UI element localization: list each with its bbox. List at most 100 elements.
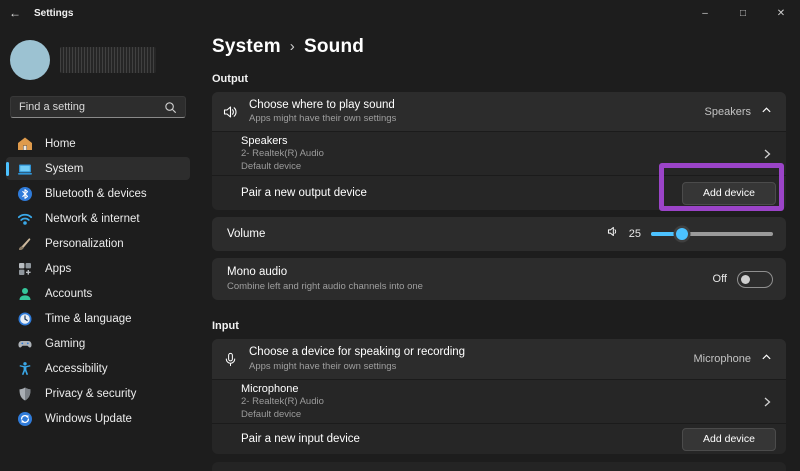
close-button[interactable]: ✕ (762, 0, 800, 26)
output-selector-title: Choose where to play sound (249, 98, 395, 111)
input-device-selector[interactable]: Choose a device for speaking or recordin… (212, 339, 786, 379)
output-device-selector[interactable]: Choose where to play sound Apps might ha… (212, 92, 786, 131)
sidebar-item-bluetooth-devices[interactable]: Bluetooth & devices (6, 182, 190, 205)
back-button[interactable]: ← (0, 6, 30, 20)
microphone-icon (219, 352, 241, 367)
chevron-right-icon (761, 396, 773, 408)
minimize-button[interactable]: – (686, 0, 724, 26)
add-input-device-button[interactable]: Add device (682, 427, 776, 451)
accessibility-icon (17, 361, 33, 377)
input-selected-device: Microphone (693, 353, 751, 365)
input-card: Choose a device for speaking or recordin… (212, 339, 786, 454)
sidebar-item-label: System (45, 162, 84, 175)
pair-output-device-row: Pair a new output device Add device (212, 175, 786, 210)
chevron-up-icon (761, 103, 772, 121)
apps-icon (17, 261, 33, 277)
volume-label: Volume (227, 228, 266, 240)
sidebar-item-label: Network & internet (45, 212, 140, 225)
sidebar-item-privacy-security[interactable]: Privacy & security (6, 382, 190, 405)
maximize-button[interactable]: □ (724, 0, 762, 26)
window-controls: – □ ✕ (686, 0, 800, 26)
sidebar-item-accessibility[interactable]: Accessibility (6, 357, 190, 380)
main-content: System › Sound Output Choose where to pl… (196, 26, 800, 471)
input-microphone-row[interactable]: Microphone 2- Realtek(R) Audio Default d… (212, 379, 786, 423)
input-selector-title: Choose a device for speaking or recordin… (249, 346, 466, 359)
sidebar-item-windows-update[interactable]: Windows Update (6, 407, 190, 430)
sidebar-item-time-language[interactable]: Time & language (6, 307, 190, 330)
more-sound-settings-card-partial[interactable] (212, 462, 786, 471)
output-selector-subtitle: Apps might have their own settings (249, 113, 397, 125)
search-icon (164, 101, 177, 114)
app-title: Settings (34, 7, 74, 19)
mono-audio-toggle[interactable] (737, 270, 773, 288)
sidebar-item-system[interactable]: System (6, 157, 190, 180)
pair-input-label: Pair a new input device (241, 433, 360, 445)
breadcrumb-parent[interactable]: System (212, 36, 281, 58)
paintbrush-icon (17, 236, 33, 252)
system-icon (17, 161, 33, 177)
mono-audio-card: Mono audio Combine left and right audio … (212, 258, 786, 300)
output-card: Choose where to play sound Apps might ha… (212, 92, 786, 210)
mono-audio-title: Mono audio (227, 266, 288, 279)
volume-value: 25 (628, 228, 641, 240)
volume-card: Volume 25 (212, 217, 786, 251)
sidebar-item-label: Accounts (45, 287, 93, 300)
breadcrumb-separator-icon: › (289, 37, 295, 55)
output-section-label: Output (212, 73, 249, 85)
bluetooth-icon (17, 186, 33, 202)
add-output-device-button[interactable]: Add device (682, 181, 776, 205)
sidebar-item-network-internet[interactable]: Network & internet (6, 207, 190, 230)
output-device-driver: 2- Realtek(R) Audio (241, 148, 324, 160)
input-selector-subtitle: Apps might have their own settings (249, 360, 397, 372)
sidebar-item-apps[interactable]: Apps (6, 257, 190, 280)
sidebar-item-gaming[interactable]: Gaming (6, 332, 190, 355)
settings-window: ← Settings – □ ✕ Find a setting Home Sys… (0, 0, 800, 471)
game-controller-icon (17, 336, 33, 352)
output-device-name: Speakers (241, 135, 288, 147)
chevron-right-icon (761, 148, 773, 160)
wifi-icon (17, 211, 33, 227)
volume-slider[interactable] (651, 228, 773, 240)
sidebar-item-personalization[interactable]: Personalization (6, 232, 190, 255)
speaker-icon (219, 104, 241, 120)
volume-slider-thumb[interactable] (675, 228, 688, 240)
sidebar: Find a setting Home System Bluetooth & d… (0, 26, 196, 471)
output-speakers-row[interactable]: Speakers 2- Realtek(R) Audio Default dev… (212, 131, 786, 175)
sidebar-item-label: Personalization (45, 237, 124, 250)
sidebar-item-label: Windows Update (45, 412, 132, 425)
page-title: Sound (304, 36, 365, 57)
sidebar-nav: Home System Bluetooth & devices Network … (0, 132, 196, 430)
output-device-status: Default device (241, 160, 302, 172)
input-section-label: Input (212, 320, 239, 332)
input-device-name: Microphone (241, 383, 299, 395)
input-device-status: Default device (241, 408, 302, 420)
pair-output-label: Pair a new output device (241, 187, 367, 199)
shield-icon (17, 386, 33, 402)
volume-speaker-icon[interactable] (606, 225, 619, 243)
sidebar-item-accounts[interactable]: Accounts (6, 282, 190, 305)
chevron-up-icon (761, 350, 772, 368)
sync-icon (17, 411, 33, 427)
sidebar-item-label: Bluetooth & devices (45, 187, 147, 200)
breadcrumb: System › Sound (212, 36, 786, 58)
titlebar: ← Settings – □ ✕ (0, 0, 800, 26)
person-icon (17, 286, 33, 302)
sidebar-item-label: Apps (45, 262, 72, 275)
output-selected-device: Speakers (704, 105, 751, 118)
sidebar-item-home[interactable]: Home (6, 132, 190, 155)
search-input[interactable]: Find a setting (10, 96, 186, 118)
user-profile[interactable] (10, 38, 196, 82)
user-name-redacted (60, 47, 156, 73)
home-icon (17, 136, 33, 152)
sidebar-item-label: Gaming (45, 337, 86, 350)
sidebar-item-label: Time & language (45, 312, 132, 325)
mono-audio-state: Off (712, 273, 727, 285)
clock-icon (17, 311, 33, 327)
mono-audio-subtitle: Combine left and right audio channels in… (227, 280, 423, 292)
toggle-knob (741, 274, 750, 284)
search-placeholder: Find a setting (19, 101, 86, 113)
avatar (10, 40, 50, 80)
sidebar-item-label: Home (45, 137, 76, 150)
sidebar-item-label: Accessibility (45, 362, 108, 375)
sidebar-item-label: Privacy & security (45, 387, 137, 400)
